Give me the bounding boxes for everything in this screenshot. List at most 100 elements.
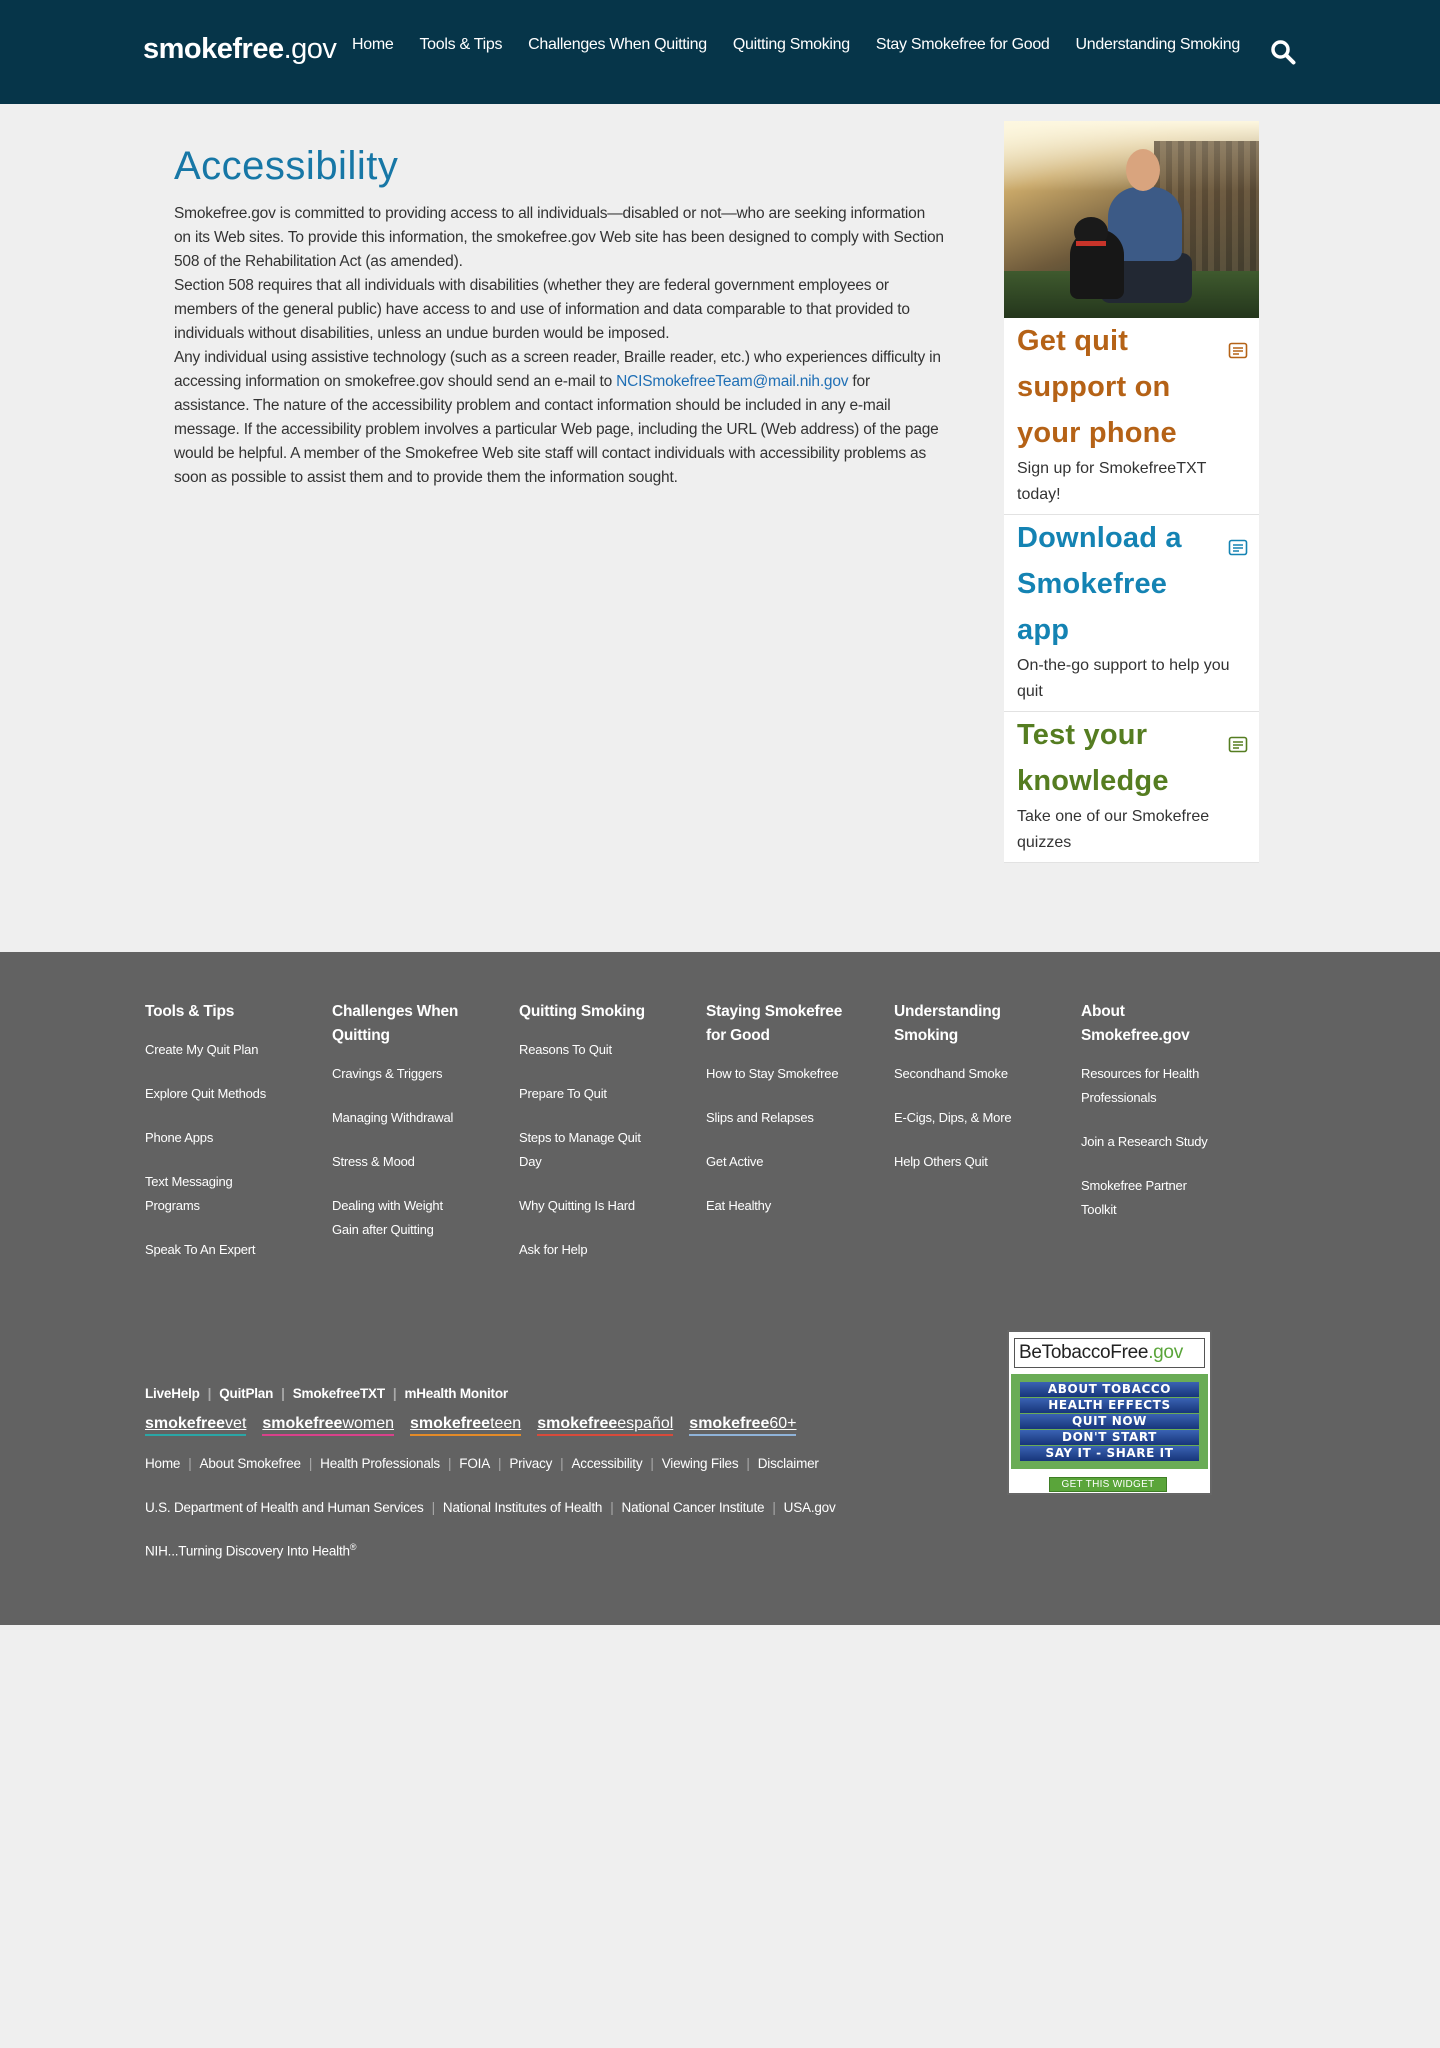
promo-card-title[interactable]: Download a Smokefree app <box>1017 515 1247 653</box>
sidebar: Get quit support on your phone Sign up f… <box>1004 121 1259 863</box>
nih-tagline: NIH...Turning Discovery Into Health® <box>145 1542 357 1559</box>
brand-link-60plus[interactable]: smokefree60+ <box>689 1415 797 1436</box>
footer-link[interactable]: Smokefree Partner Toolkit <box>1081 1174 1201 1222</box>
main-content: Accessibility Smokefree.gov is committed… <box>174 140 944 490</box>
footer-link[interactable]: Text Messaging Programs <box>145 1170 245 1218</box>
brand-link-espanol[interactable]: smokefreeespañol <box>537 1415 674 1436</box>
footer-link[interactable]: Phone Apps <box>145 1126 315 1150</box>
promo-card-phone-support[interactable]: Get quit support on your phone Sign up f… <box>1004 318 1259 515</box>
program-link-mhealth-monitor[interactable]: mHealth Monitor <box>404 1386 508 1401</box>
nav-understanding-smoking[interactable]: Understanding Smoking <box>1076 36 1241 54</box>
program-link-smokefreetxt[interactable]: SmokefreeTXT <box>293 1386 385 1401</box>
promo-card-desc: On-the-go support to help you quit <box>1017 657 1230 700</box>
widget-menu-item[interactable]: ABOUT TOBACCO <box>1020 1382 1199 1397</box>
footer-link[interactable]: Prepare To Quit <box>519 1082 689 1106</box>
intro-paragraph: Smokefree.gov is committed to providing … <box>174 205 944 270</box>
footer-link[interactable]: Why Quitting Is Hard <box>519 1194 689 1218</box>
get-widget-button[interactable]: GET THIS WIDGET <box>1049 1477 1167 1492</box>
promo-card-test-knowledge[interactable]: Test your knowledge Take one of our Smok… <box>1004 712 1259 863</box>
site-link-viewing-files[interactable]: Viewing Files <box>662 1456 739 1471</box>
footer-link[interactable]: Create My Quit Plan <box>145 1038 315 1062</box>
betobaccofree-widget: BeTobaccoFree.gov ABOUT TOBACCO HEALTH E… <box>1007 1330 1212 1495</box>
brand-link-teen[interactable]: smokefreeteen <box>410 1415 522 1436</box>
program-link-livehelp[interactable]: LiveHelp <box>145 1386 200 1401</box>
government-links: U.S. Department of Health and Human Serv… <box>145 1500 836 1515</box>
site-header: smokefree.gov Home Tools & Tips Challeng… <box>0 0 1440 104</box>
document-icon <box>1228 539 1248 556</box>
section-508-paragraph: Section 508 requires that all individual… <box>174 277 910 342</box>
footer-link[interactable]: Ask for Help <box>519 1238 689 1262</box>
footer-column-heading[interactable]: Staying Smokefree for Good <box>706 1000 856 1048</box>
site-link-disclaimer[interactable]: Disclaimer <box>758 1456 819 1471</box>
site-link-health-professionals[interactable]: Health Professionals <box>320 1456 440 1471</box>
hero-image <box>1004 121 1259 318</box>
footer-link[interactable]: Cravings & Triggers <box>332 1062 502 1086</box>
nav-tools-tips[interactable]: Tools & Tips <box>419 36 502 54</box>
nav-stay-smokefree[interactable]: Stay Smokefree for Good <box>876 36 1050 54</box>
footer-column-heading[interactable]: Challenges When Quitting <box>332 1000 462 1048</box>
contact-paragraph: Any individual using assistive technolog… <box>174 346 944 490</box>
main-nav: Home Tools & Tips Challenges When Quitti… <box>352 36 1266 54</box>
email-link[interactable]: NCISmokefreeTeam@mail.nih.gov <box>616 373 848 390</box>
footer-column-understanding-smoking: Understanding Smoking Secondhand Smoke E… <box>894 1000 1064 1194</box>
site-link-accessibility[interactable]: Accessibility <box>571 1456 642 1471</box>
footer-column-tools-tips: Tools & Tips Create My Quit Plan Explore… <box>145 1000 315 1282</box>
gov-link-nci[interactable]: National Cancer Institute <box>622 1500 765 1515</box>
widget-menu-item[interactable]: DON'T START <box>1020 1430 1199 1445</box>
logo-suffix: .gov <box>283 33 337 65</box>
footer-link[interactable]: E-Cigs, Dips, & More <box>894 1106 1064 1130</box>
search-icon[interactable] <box>1270 39 1296 65</box>
footer-link[interactable]: Managing Withdrawal <box>332 1106 502 1130</box>
nav-home[interactable]: Home <box>352 36 394 54</box>
footer-link[interactable]: Join a Research Study <box>1081 1130 1251 1154</box>
gov-link-hhs[interactable]: U.S. Department of Health and Human Serv… <box>145 1500 424 1515</box>
footer-column-challenges: Challenges When Quitting Cravings & Trig… <box>332 1000 502 1262</box>
gov-link-nih[interactable]: National Institutes of Health <box>443 1500 602 1515</box>
footer-link[interactable]: Reasons To Quit <box>519 1038 689 1062</box>
site-link-foia[interactable]: FOIA <box>459 1456 490 1471</box>
site-footer: Tools & Tips Create My Quit Plan Explore… <box>0 952 1440 1625</box>
site-logo[interactable]: smokefree.gov <box>143 33 337 66</box>
widget-menu-item[interactable]: QUIT NOW <box>1020 1414 1199 1429</box>
nav-quitting-smoking[interactable]: Quitting Smoking <box>733 36 850 54</box>
footer-link[interactable]: Explore Quit Methods <box>145 1082 315 1106</box>
site-link-privacy[interactable]: Privacy <box>509 1456 552 1471</box>
footer-link[interactable]: Get Active <box>706 1150 876 1174</box>
gov-link-usagov[interactable]: USA.gov <box>784 1500 836 1515</box>
promo-card-download-app[interactable]: Download a Smokefree app On-the-go suppo… <box>1004 515 1259 712</box>
footer-link[interactable]: Resources for Health Professionals <box>1081 1062 1211 1110</box>
brand-link-vet[interactable]: smokefreevet <box>145 1415 247 1436</box>
footer-column-staying-smokefree: Staying Smokefree for Good How to Stay S… <box>706 1000 876 1238</box>
widget-menu: ABOUT TOBACCO HEALTH EFFECTS QUIT NOW DO… <box>1011 1374 1208 1469</box>
site-link-about[interactable]: About Smokefree <box>200 1456 302 1471</box>
footer-link[interactable]: Help Others Quit <box>894 1150 1064 1174</box>
promo-card-desc: Take one of our Smokefree quizzes <box>1017 808 1210 851</box>
footer-link[interactable]: Dealing with Weight Gain after Quitting <box>332 1194 452 1242</box>
footer-column-heading[interactable]: Understanding Smoking <box>894 1000 1014 1048</box>
document-icon <box>1228 342 1248 359</box>
brand-links: smokefreevet smokefreewomen smokefreetee… <box>145 1415 797 1436</box>
promo-card-title[interactable]: Test your knowledge <box>1017 712 1247 804</box>
footer-link[interactable]: Steps to Manage Quit Day <box>519 1126 649 1174</box>
widget-menu-item[interactable]: SAY IT - SHARE IT <box>1020 1446 1199 1461</box>
footer-link[interactable]: Eat Healthy <box>706 1194 876 1218</box>
page-title: Accessibility <box>174 144 399 188</box>
footer-link[interactable]: Stress & Mood <box>332 1150 502 1174</box>
logo-bold: smokefree <box>143 33 284 65</box>
footer-column-about: About Smokefree.gov Resources for Health… <box>1081 1000 1251 1242</box>
widget-title[interactable]: BeTobaccoFree.gov <box>1014 1338 1205 1368</box>
brand-link-women[interactable]: smokefreewomen <box>262 1415 395 1436</box>
footer-column-heading[interactable]: Tools & Tips <box>145 1000 315 1024</box>
promo-card-desc: Sign up for SmokefreeTXT today! <box>1017 460 1207 503</box>
site-link-home[interactable]: Home <box>145 1456 180 1471</box>
footer-column-heading[interactable]: About Smokefree.gov <box>1081 1000 1201 1048</box>
footer-link[interactable]: Speak To An Expert <box>145 1238 315 1262</box>
widget-menu-item[interactable]: HEALTH EFFECTS <box>1020 1398 1199 1413</box>
footer-column-heading[interactable]: Quitting Smoking <box>519 1000 689 1024</box>
nav-challenges[interactable]: Challenges When Quitting <box>528 36 707 54</box>
program-link-quitplan[interactable]: QuitPlan <box>219 1386 273 1401</box>
footer-link[interactable]: Slips and Relapses <box>706 1106 876 1130</box>
promo-card-title[interactable]: Get quit support on your phone <box>1017 318 1247 456</box>
footer-link[interactable]: How to Stay Smokefree <box>706 1062 876 1086</box>
footer-link[interactable]: Secondhand Smoke <box>894 1062 1064 1086</box>
